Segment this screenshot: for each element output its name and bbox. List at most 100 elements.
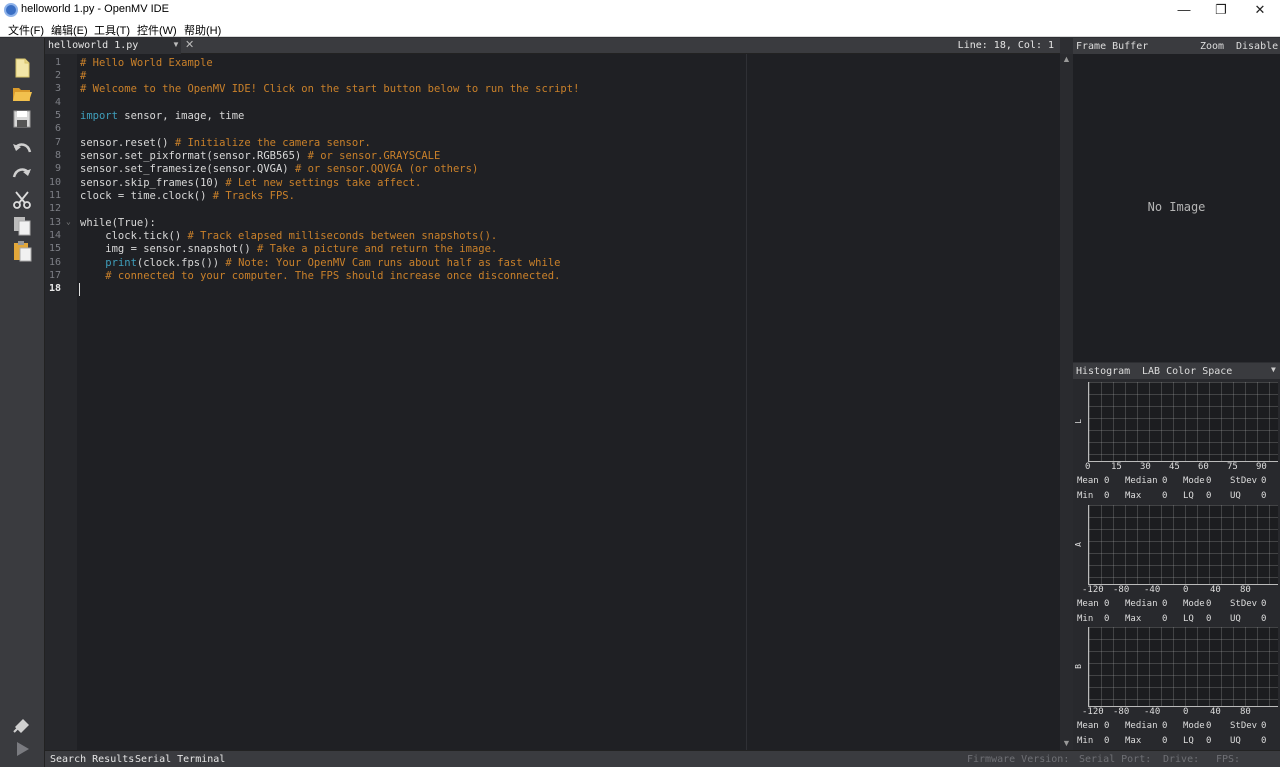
save-icon[interactable]	[11, 108, 33, 130]
tick-label: 0	[1085, 462, 1091, 472]
zoom-button[interactable]: Zoom	[1200, 41, 1224, 52]
stat-value: 0	[1104, 736, 1110, 746]
stat-value: 0	[1261, 476, 1267, 486]
stat-label: UQ	[1230, 614, 1241, 624]
menu-tools[interactable]: 工具(T)	[94, 22, 130, 38]
stats-row: Mean 0 Median 0 Mode 0 StDev 0	[1073, 599, 1280, 611]
openmv-app-icon	[4, 3, 18, 17]
editor-tab-bar: helloworld 1.py ▼ ✕ Line: 18, Col: 1	[45, 38, 1060, 54]
axis-label-a: A	[1073, 542, 1083, 547]
axis-label-b: B	[1073, 664, 1083, 669]
stats-row: Min 0 Max 0 LQ 0 UQ 0	[1073, 736, 1280, 748]
scroll-up-icon[interactable]: ▲	[1060, 54, 1073, 66]
stat-label: StDev	[1230, 599, 1258, 609]
stat-value: 0	[1162, 599, 1168, 609]
stat-label: LQ	[1183, 736, 1194, 746]
histogram-plot-l	[1088, 382, 1278, 462]
code-line: sensor.reset() # Initialize the camera s…	[80, 137, 371, 149]
tick-labels-l: 0 15 30 45 60 75 90	[1079, 462, 1279, 473]
serial-terminal-tab[interactable]: Serial Terminal	[135, 754, 225, 765]
open-file-icon[interactable]	[11, 82, 33, 104]
frame-buffer-title: Frame Buffer	[1076, 41, 1149, 52]
stat-value: 0	[1162, 476, 1168, 486]
histogram-plot-a	[1088, 505, 1278, 585]
color-space-dropdown-icon[interactable]: ▼	[1271, 365, 1276, 374]
paste-icon[interactable]	[11, 240, 33, 262]
tab-close-icon[interactable]: ✕	[185, 38, 194, 51]
stat-value: 0	[1261, 736, 1267, 746]
tick-labels-a: -120 -80 -40 0 40 80	[1079, 585, 1279, 596]
code-line: #	[80, 70, 87, 82]
stat-value: 0	[1206, 736, 1212, 746]
current-line-number: 18	[48, 283, 61, 294]
tick-label: 80	[1240, 707, 1251, 717]
redo-icon[interactable]	[11, 164, 33, 186]
minimize-button[interactable]: —	[1166, 0, 1202, 20]
stat-value: 0	[1261, 721, 1267, 731]
line-number: 15	[48, 243, 61, 254]
drive-label[interactable]: Drive:	[1163, 754, 1199, 765]
firmware-version-label[interactable]: Firmware Version:	[967, 754, 1069, 765]
code-line: sensor.skip_frames(10) # Let new setting…	[80, 177, 422, 189]
stat-value: 0	[1162, 721, 1168, 731]
editor-margin-line	[746, 54, 747, 750]
stat-label: Mean	[1077, 599, 1099, 609]
stat-label: Mode	[1183, 599, 1205, 609]
stat-label: Median	[1125, 599, 1158, 609]
stat-value: 0	[1104, 491, 1110, 501]
line-number: 14	[48, 230, 61, 241]
code-line: sensor.set_pixformat(sensor.RGB565) # or…	[80, 150, 441, 162]
stats-row: Mean 0 Median 0 Mode 0 StDev 0	[1073, 721, 1280, 733]
menu-file[interactable]: 文件(F)	[8, 22, 44, 38]
copy-icon[interactable]	[11, 215, 33, 237]
code-line: img = sensor.snapshot() # Take a picture…	[80, 243, 498, 255]
menu-bar: 文件(F) 编辑(E) 工具(T) 控件(W) 帮助(H)	[0, 20, 1280, 37]
tick-label: 40	[1210, 585, 1221, 595]
code-line: import sensor, image, time	[80, 110, 245, 122]
new-file-icon[interactable]	[11, 57, 33, 79]
menu-widgets[interactable]: 控件(W)	[137, 22, 177, 38]
line-number: 1	[54, 57, 61, 68]
color-space-select[interactable]: LAB Color Space	[1142, 366, 1232, 377]
stat-value: 0	[1261, 614, 1267, 624]
axis-label-l: L	[1073, 419, 1083, 424]
cut-icon[interactable]	[11, 189, 33, 211]
menu-help[interactable]: 帮助(H)	[184, 22, 221, 38]
tick-label: 30	[1140, 462, 1151, 472]
histogram-header: Histogram LAB Color Space ▼	[1073, 363, 1280, 379]
connect-icon[interactable]	[11, 713, 33, 735]
stat-label: StDev	[1230, 721, 1258, 731]
fold-marker-icon[interactable]: ⌄	[66, 217, 71, 226]
stat-label: UQ	[1230, 736, 1241, 746]
close-window-button[interactable]: ✕	[1242, 0, 1278, 20]
code-line: clock.tick() # Track elapsed millisecond…	[80, 230, 498, 242]
stats-row: Min 0 Max 0 LQ 0 UQ 0	[1073, 614, 1280, 626]
histogram-panel: L 0 15 30 45 60 75 90 Mean 0 Median 0 Mode…	[1073, 379, 1280, 750]
stat-label: Mean	[1077, 721, 1099, 731]
stat-value: 0	[1206, 721, 1212, 731]
stat-value: 0	[1162, 614, 1168, 624]
file-tab[interactable]: helloworld 1.py ▼	[45, 38, 181, 54]
tick-label: 60	[1198, 462, 1209, 472]
code-editor[interactable]: # Hello World Example # # Welcome to the…	[77, 54, 1060, 750]
maximize-button[interactable]: ❐	[1203, 0, 1239, 20]
stat-value: 0	[1104, 721, 1110, 731]
serial-port-label[interactable]: Serial Port:	[1079, 754, 1151, 765]
frame-buffer-view: No Image	[1073, 54, 1280, 362]
disable-button[interactable]: Disable	[1236, 41, 1278, 52]
undo-icon[interactable]	[11, 139, 33, 161]
tick-label: 90	[1256, 462, 1267, 472]
scroll-down-icon[interactable]: ▼	[1060, 738, 1073, 750]
frame-buffer-header: Frame Buffer Zoom Disable	[1073, 38, 1280, 54]
bottom-status-bar: Search Results Serial Terminal Firmware …	[45, 750, 1280, 767]
run-icon[interactable]	[11, 738, 33, 760]
tab-dropdown-icon[interactable]: ▼	[172, 40, 180, 49]
left-toolbar	[0, 38, 45, 767]
line-number: 3	[54, 83, 61, 94]
no-image-label: No Image	[1147, 200, 1206, 214]
search-results-tab[interactable]: Search Results	[50, 754, 134, 765]
code-line: clock = time.clock() # Tracks FPS.	[80, 190, 295, 202]
menu-edit[interactable]: 编辑(E)	[51, 22, 88, 38]
stat-label: StDev	[1230, 476, 1258, 486]
editor-scrollbar[interactable]: ▲ ▼	[1060, 54, 1073, 750]
